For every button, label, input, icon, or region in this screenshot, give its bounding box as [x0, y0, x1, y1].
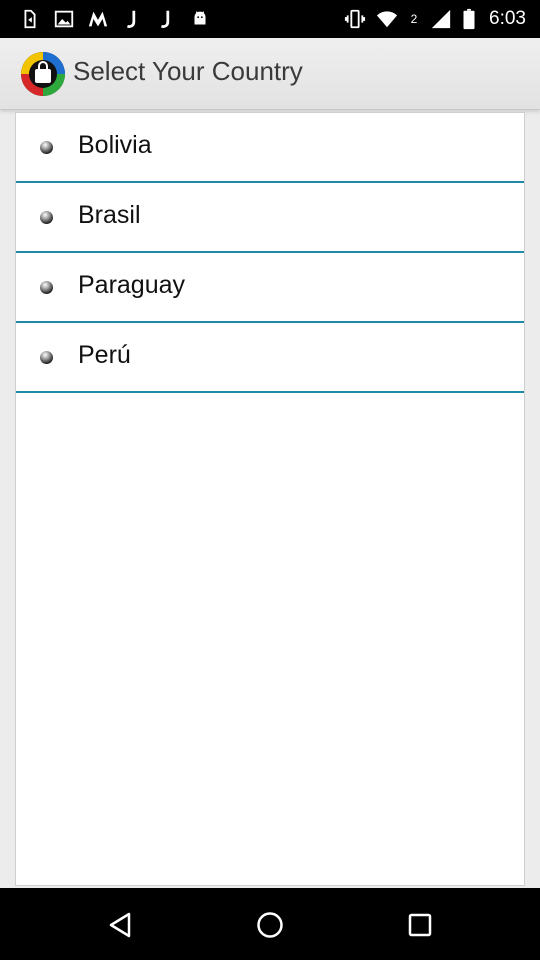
system-icons: 2 6:03 — [343, 6, 526, 32]
list-item-country[interactable]: Perú — [16, 323, 524, 393]
home-icon[interactable] — [254, 909, 286, 941]
country-list-panel: Bolivia Brasil Paraguay Perú — [15, 112, 525, 886]
country-label: Perú — [78, 341, 131, 369]
status-bar: 2 6:03 — [0, 0, 540, 38]
country-list: Bolivia Brasil Paraguay Perú — [16, 113, 524, 393]
bullet-icon — [40, 351, 53, 364]
battery-icon — [461, 7, 477, 31]
signal-icon — [429, 7, 453, 31]
bullet-icon — [40, 281, 53, 294]
j-app-icon-2 — [154, 7, 178, 31]
j-app-icon — [120, 7, 144, 31]
image-icon — [52, 7, 76, 31]
country-label: Bolivia — [78, 131, 152, 159]
clock: 6:03 — [489, 8, 526, 29]
bullet-icon — [40, 141, 53, 154]
recents-icon[interactable] — [404, 909, 436, 941]
wifi-icon — [375, 7, 399, 31]
network-type-label: 2 — [410, 12, 418, 26]
navigation-bar — [0, 888, 540, 960]
back-icon[interactable] — [104, 909, 136, 941]
list-item-country[interactable]: Paraguay — [16, 253, 524, 323]
bullet-icon — [40, 211, 53, 224]
list-item-country[interactable]: Brasil — [16, 183, 524, 253]
android-icon — [188, 7, 212, 31]
country-label: Paraguay — [78, 271, 186, 299]
gmail-m-icon — [86, 7, 110, 31]
usb-debug-icon — [18, 7, 42, 31]
notification-icons — [18, 6, 212, 32]
vibrate-icon — [343, 7, 367, 31]
action-bar: Select Your Country — [0, 38, 540, 110]
page-title: Select Your Country — [73, 56, 303, 86]
country-label: Brasil — [78, 201, 141, 229]
list-item-country[interactable]: Bolivia — [16, 113, 524, 183]
shopping-bag-app-icon — [19, 50, 67, 98]
